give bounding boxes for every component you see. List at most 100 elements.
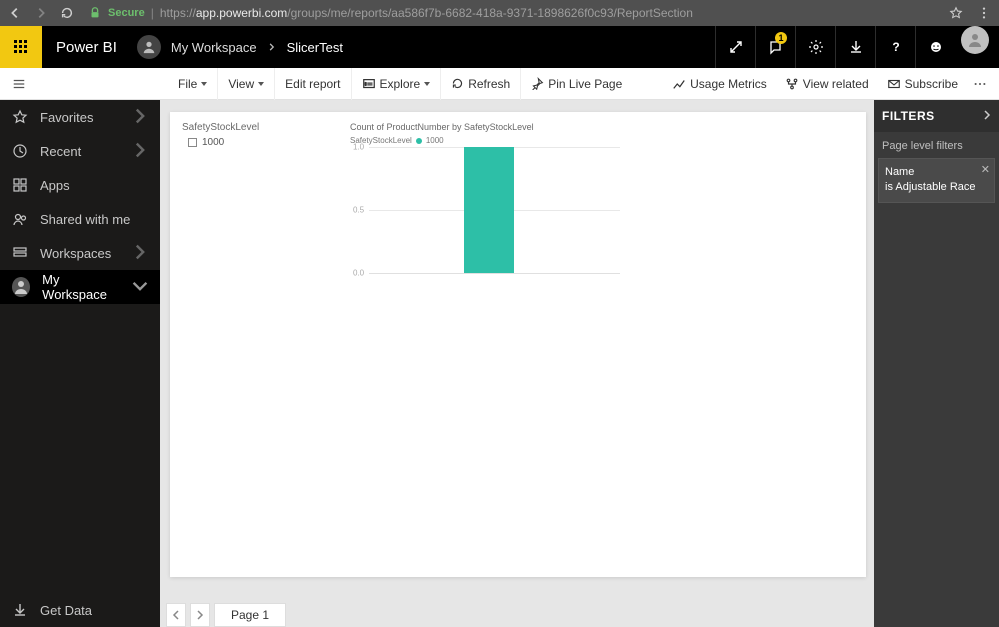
subscribe-button[interactable]: Subscribe: [878, 68, 967, 100]
sidebar-label: Favorites: [40, 110, 93, 125]
filters-title: FILTERS: [882, 109, 935, 123]
sidebar-label: Apps: [40, 178, 70, 193]
people-icon: [12, 211, 28, 227]
legend-swatch-icon: [416, 138, 422, 144]
chevron-down-icon: [424, 82, 430, 86]
chevron-down-icon: [201, 82, 207, 86]
lock-icon: [88, 6, 102, 20]
chart-title: Count of ProductNumber by SafetyStockLev…: [350, 122, 620, 132]
sidebar-label: Recent: [40, 144, 81, 159]
explore-icon: [362, 77, 376, 91]
chevron-down-icon: [132, 278, 148, 297]
sidebar-item-get-data[interactable]: Get Data: [0, 593, 160, 627]
bookmark-star-icon[interactable]: [949, 6, 963, 20]
nav-toggle-button[interactable]: [6, 68, 32, 100]
remove-filter-button[interactable]: ✕: [981, 163, 990, 178]
metrics-icon: [672, 77, 686, 91]
view-menu[interactable]: View: [218, 68, 275, 100]
y-tick-label: 0.5: [353, 206, 364, 215]
user-avatar-icon: [137, 35, 161, 59]
slicer-title: SafetyStockLevel: [182, 122, 322, 133]
sidebar-label: Get Data: [40, 603, 92, 618]
workspaces-icon: [12, 245, 28, 261]
nav-sidebar: Favorites Recent Apps Shared with me Wor…: [0, 100, 160, 627]
star-icon: [12, 109, 28, 125]
profile-avatar[interactable]: [961, 26, 989, 54]
page-tabs: Page 1: [160, 597, 874, 627]
mail-icon: [887, 77, 901, 91]
chevron-right-icon: [132, 244, 148, 263]
filters-section-label: Page level filters: [874, 132, 999, 158]
more-options-button[interactable]: [967, 68, 993, 100]
sidebar-item-apps[interactable]: Apps: [0, 168, 160, 202]
browser-menu-icon[interactable]: [977, 6, 991, 20]
clock-icon: [12, 143, 28, 159]
y-tick-label: 0.0: [353, 269, 364, 278]
breadcrumb-report[interactable]: SlicerTest: [287, 40, 343, 55]
report-canvas[interactable]: SafetyStockLevel 1000 Count of ProductNu…: [170, 112, 866, 577]
filter-value: is Adjustable Race: [885, 180, 988, 195]
filter-field: Name: [885, 165, 988, 180]
filter-card[interactable]: ✕ Name is Adjustable Race: [878, 158, 995, 203]
notification-badge: 1: [775, 32, 787, 44]
browser-forward-icon[interactable]: [34, 6, 48, 20]
app-launcher-button[interactable]: [0, 26, 42, 68]
page-tab-label: Page 1: [231, 608, 269, 622]
slicer-option-label: 1000: [202, 137, 224, 148]
chevron-right-icon: [132, 108, 148, 127]
page-next-button[interactable]: [190, 603, 210, 627]
refresh-button[interactable]: Refresh: [441, 68, 521, 100]
sidebar-item-workspaces[interactable]: Workspaces: [0, 236, 160, 270]
brand-title: Power BI: [56, 39, 117, 56]
settings-button[interactable]: [795, 26, 835, 68]
chart-legend: SafetyStockLevel 1000: [350, 136, 620, 145]
pin-icon: [531, 77, 544, 90]
command-ribbon: File View Edit report Explore Refresh Pi…: [0, 68, 999, 100]
checkbox-icon[interactable]: [188, 138, 197, 147]
sidebar-item-favorites[interactable]: Favorites: [0, 100, 160, 134]
usage-metrics-button[interactable]: Usage Metrics: [663, 68, 776, 100]
filters-pane: FILTERS Page level filters ✕ Name is Adj…: [874, 100, 999, 627]
apps-icon: [12, 177, 28, 193]
chevron-down-icon: [258, 82, 264, 86]
chevron-right-icon: [132, 142, 148, 161]
browser-reload-icon[interactable]: [60, 6, 74, 20]
chart-bar[interactable]: [464, 147, 514, 273]
help-button[interactable]: ?: [875, 26, 915, 68]
edit-report-button[interactable]: Edit report: [275, 68, 351, 100]
breadcrumb: My Workspace SlicerTest: [137, 35, 343, 59]
app-header: Power BI My Workspace SlicerTest 1 ?: [0, 26, 999, 68]
sidebar-label: Shared with me: [40, 212, 130, 227]
feedback-button[interactable]: [915, 26, 955, 68]
sidebar-label: My Workspace: [42, 272, 120, 302]
sidebar-item-recent[interactable]: Recent: [0, 134, 160, 168]
url-text[interactable]: https://app.powerbi.com/groups/me/report…: [160, 6, 693, 20]
breadcrumb-separator-icon: [267, 40, 277, 55]
download-button[interactable]: [835, 26, 875, 68]
slicer-visual[interactable]: SafetyStockLevel 1000: [182, 122, 322, 182]
chevron-right-icon[interactable]: [983, 109, 991, 123]
filters-header[interactable]: FILTERS: [874, 100, 999, 132]
chart-plot-area: 1.0 0.5 0.0: [368, 147, 620, 277]
page-prev-button[interactable]: [166, 603, 186, 627]
breadcrumb-workspace[interactable]: My Workspace: [171, 40, 257, 55]
pin-live-page-button[interactable]: Pin Live Page: [521, 68, 632, 100]
y-tick-label: 1.0: [353, 143, 364, 152]
view-related-button[interactable]: View related: [776, 68, 878, 100]
file-menu[interactable]: File: [168, 68, 218, 100]
notifications-button[interactable]: 1: [755, 26, 795, 68]
slicer-option[interactable]: 1000: [188, 137, 322, 148]
secure-label: Secure: [108, 7, 145, 19]
bar-chart-visual[interactable]: Count of ProductNumber by SafetyStockLev…: [350, 122, 620, 292]
sidebar-item-my-workspace[interactable]: My Workspace: [0, 270, 160, 304]
browser-address-bar: Secure | https://app.powerbi.com/groups/…: [0, 0, 999, 26]
explore-menu[interactable]: Explore: [352, 68, 442, 100]
fullscreen-button[interactable]: [715, 26, 755, 68]
browser-back-icon[interactable]: [8, 6, 22, 20]
page-tab[interactable]: Page 1: [214, 603, 286, 627]
sidebar-item-shared[interactable]: Shared with me: [0, 202, 160, 236]
refresh-icon: [451, 77, 464, 90]
ellipsis-icon: [973, 77, 987, 91]
user-avatar-icon: [12, 277, 30, 297]
get-data-icon: [12, 602, 28, 618]
